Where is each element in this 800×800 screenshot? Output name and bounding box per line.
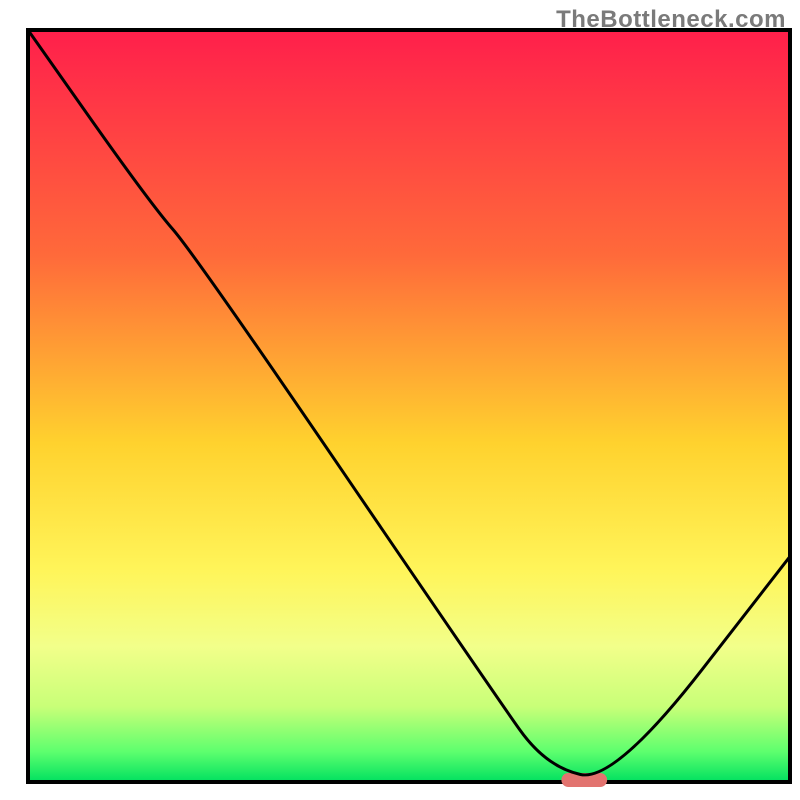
watermark-text: TheBottleneck.com [556, 6, 786, 34]
chart-svg [0, 0, 800, 800]
plot-area [28, 30, 790, 782]
chart-frame: TheBottleneck.com [0, 0, 800, 800]
